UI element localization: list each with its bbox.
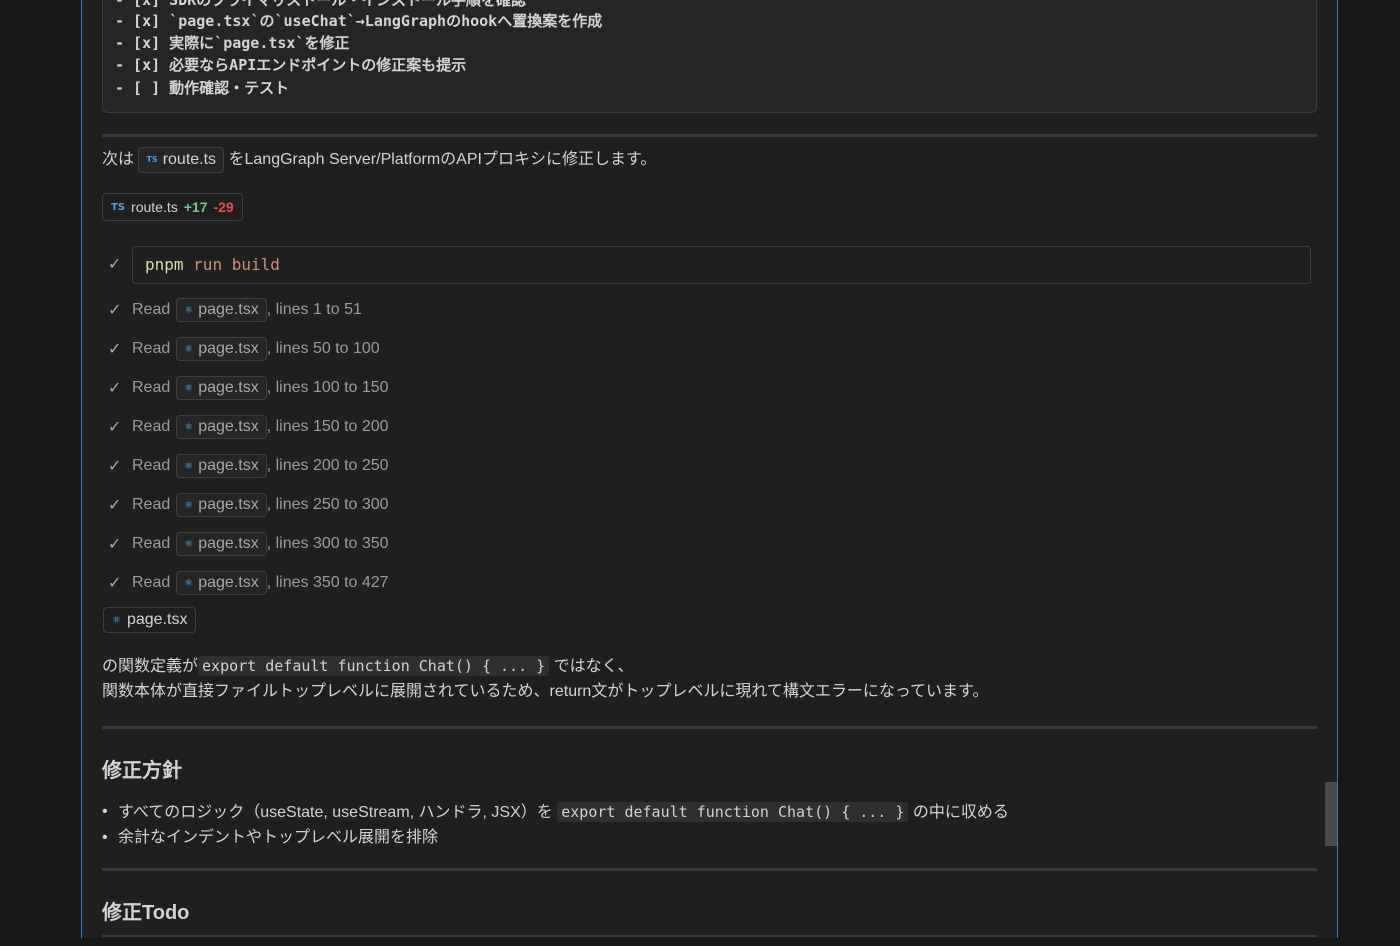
check-icon: ✓ <box>108 536 122 553</box>
react-icon: ⚛ <box>184 343 194 355</box>
read-row: Read ⚛ page.tsx , lines 200 to 250 <box>132 453 389 479</box>
check-icon: ✓ <box>108 419 122 436</box>
todo-line: - [x] 必要ならAPIエンドポイントの修正案も提示 <box>115 56 467 74</box>
todo-code-block: - [x] SDKのプライマリストール・インストール手順を確認 - [x] `p… <box>102 0 1317 113</box>
divider <box>102 726 1317 729</box>
file-chip-page[interactable]: ⚛ page.tsx <box>176 298 267 322</box>
file-chip-page[interactable]: ⚛ page.tsx <box>176 493 267 517</box>
plan-heading: 修正方針 <box>102 760 182 782</box>
read-row: Read ⚛ page.tsx , lines 300 to 350 <box>132 531 389 557</box>
scrollbar-thumb[interactable] <box>1325 782 1337 846</box>
edited-file-badge[interactable]: TS route.ts +17 -29 <box>102 193 243 221</box>
check-icon: ✓ <box>108 341 122 358</box>
react-icon: ⚛ <box>184 421 194 433</box>
terminal-command[interactable]: pnpm run build <box>132 246 1311 284</box>
chat-panel: - [x] SDKのプライマリストール・インストール手順を確認 - [x] `p… <box>81 0 1338 938</box>
file-chip-page[interactable]: ⚛ page.tsx <box>176 454 267 478</box>
react-icon: ⚛ <box>184 538 194 550</box>
file-chip-page[interactable]: ⚛ page.tsx <box>176 532 267 556</box>
todo-line: - [ ] 動作確認・テスト <box>115 79 290 97</box>
todo-heading: 修正Todo <box>102 902 190 924</box>
divider <box>102 134 1317 137</box>
react-icon: ⚛ <box>184 460 194 472</box>
file-chip-page[interactable]: ⚛ page.tsx <box>176 337 267 361</box>
divider <box>102 868 1317 871</box>
inline-code: export default function Chat() { ... } <box>557 802 909 822</box>
read-row: Read ⚛ page.tsx , lines 50 to 100 <box>132 336 380 362</box>
read-row: Read ⚛ page.tsx , lines 1 to 51 <box>132 297 362 323</box>
read-row: Read ⚛ page.tsx , lines 250 to 300 <box>132 492 389 518</box>
react-icon: ⚛ <box>184 577 194 589</box>
read-row: Read ⚛ page.tsx , lines 150 to 200 <box>132 414 389 440</box>
typescript-icon: TS <box>146 155 158 164</box>
check-icon: ✓ <box>108 256 122 273</box>
react-icon: ⚛ <box>184 382 194 394</box>
file-reference-chip[interactable]: ⚛ page.tsx <box>103 607 197 633</box>
removed-count: -29 <box>213 199 234 215</box>
react-icon: ⚛ <box>112 614 121 626</box>
file-chip-route[interactable]: TS route.ts <box>138 147 225 173</box>
typescript-icon: TS <box>111 201 126 213</box>
file-chip-page[interactable]: ⚛ page.tsx <box>176 571 267 595</box>
check-icon: ✓ <box>108 575 122 592</box>
check-icon: ✓ <box>108 458 122 475</box>
intro-text: 次は TS route.ts をLangGraph Server/Platfor… <box>102 147 656 173</box>
code-block-top-edge <box>102 935 1317 937</box>
react-icon: ⚛ <box>184 499 194 511</box>
check-icon: ✓ <box>108 302 122 319</box>
plan-bullet: 余計なインデントやトップレベル展開を排除 <box>102 827 438 849</box>
check-icon: ✓ <box>108 380 122 397</box>
added-count: +17 <box>183 199 208 215</box>
read-row: Read ⚛ page.tsx , lines 350 to 427 <box>132 570 389 596</box>
inline-code: export default function Chat() { ... } <box>198 656 550 676</box>
react-icon: ⚛ <box>184 304 194 316</box>
explanation-line-2: 関数本体が直接ファイルトップレベルに展開されているため、return文がトップレ… <box>102 683 989 700</box>
explanation-line-1: の関数定義が export default function Chat() { .… <box>102 656 634 676</box>
todo-line: - [x] 実際に`page.tsx`を修正 <box>115 34 350 52</box>
plan-bullet: すべてのロジック（useState, useStream, ハンドラ, JSX）… <box>102 801 1009 824</box>
read-row: Read ⚛ page.tsx , lines 100 to 150 <box>132 375 389 401</box>
file-chip-page[interactable]: ⚛ page.tsx <box>176 376 267 400</box>
right-gutter <box>1338 0 1400 946</box>
file-chip-page[interactable]: ⚛ page.tsx <box>176 415 267 439</box>
todo-line: - [x] `page.tsx`の`useChat`→LangGraphのhoo… <box>115 12 603 30</box>
left-gutter <box>0 0 81 946</box>
check-icon: ✓ <box>108 497 122 514</box>
